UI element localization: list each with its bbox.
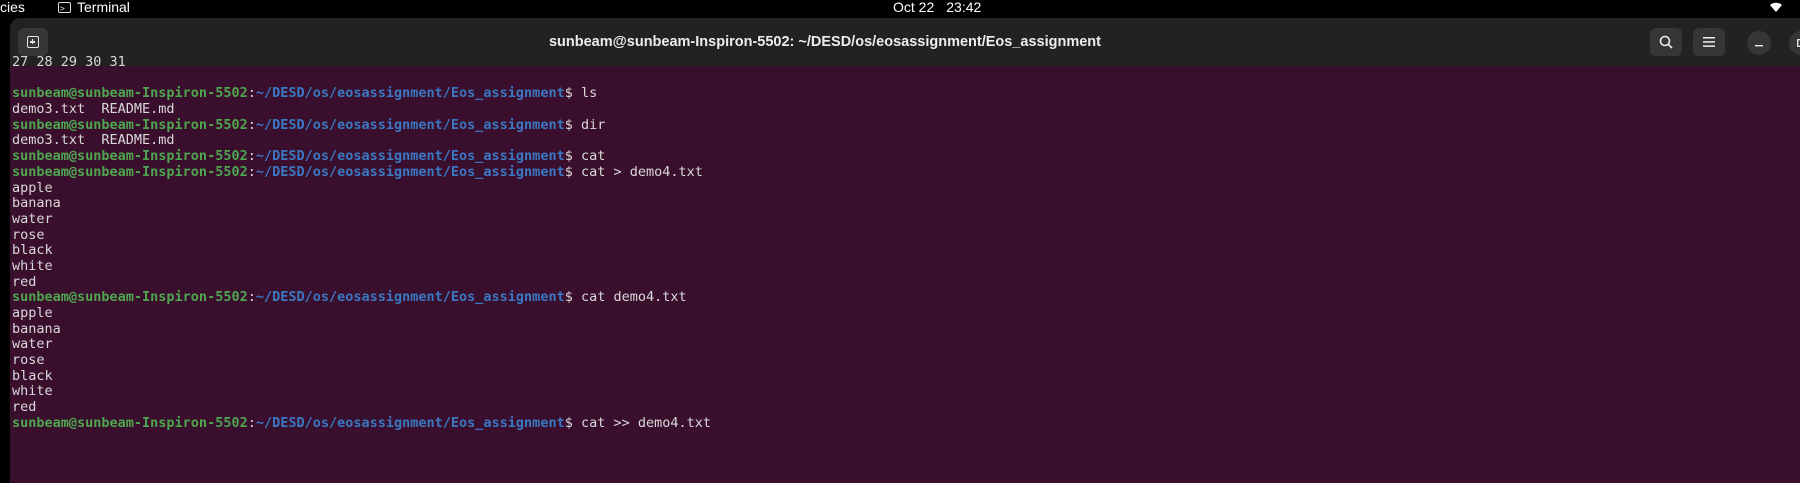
prompt-separator: : xyxy=(247,414,256,431)
prompt-line: sunbeam@sunbeam-Inspiron-5502:~/DESD/os/… xyxy=(12,289,1792,306)
prompt-separator: : xyxy=(247,85,256,102)
output-line: rose xyxy=(12,352,45,369)
prompt-user-host: sunbeam@sunbeam-Inspiron-5502 xyxy=(12,289,248,306)
command-text: $ cat xyxy=(564,148,606,165)
command-text: $ cat >> demo4.txt xyxy=(564,414,712,431)
clock[interactable]: Oct 22 23:42 xyxy=(893,0,981,15)
terminal-window: sunbeam@sunbeam-Inspiron-5502: ~/DESD/os… xyxy=(10,18,1800,483)
prompt-user-host: sunbeam@sunbeam-Inspiron-5502 xyxy=(12,116,248,133)
prompt-separator: : xyxy=(247,116,256,133)
app-name: Terminal xyxy=(77,0,130,15)
output-line: black xyxy=(12,367,53,384)
output-line: 27 28 29 30 31 xyxy=(12,54,126,70)
maximize-button[interactable] xyxy=(1789,31,1800,55)
search-button[interactable] xyxy=(1650,28,1682,56)
output-line: demo3.txt README.md xyxy=(12,101,175,118)
prompt-separator: : xyxy=(247,163,256,180)
prompt-user-host: sunbeam@sunbeam-Inspiron-5502 xyxy=(12,414,248,431)
top-bar: cies >_ Terminal Oct 22 23:42 xyxy=(0,0,1800,16)
minimize-button[interactable] xyxy=(1747,31,1771,55)
time: 23:42 xyxy=(946,0,982,15)
output-line: white xyxy=(12,383,53,400)
output-line: apple xyxy=(12,305,53,321)
prompt-line: sunbeam@sunbeam-Inspiron-5502:~/DESD/os/… xyxy=(12,116,1792,134)
prompt-separator: : xyxy=(247,289,256,306)
prompt-path: ~/DESD/os/eosassignment/Eos_assignment xyxy=(255,414,565,431)
command-text: $ cat demo4.txt xyxy=(564,289,687,306)
activities-button[interactable]: cies xyxy=(0,0,25,15)
prompt-line: sunbeam@sunbeam-Inspiron-5502:~/DESD/os/… xyxy=(12,163,1792,181)
output-line: water xyxy=(12,336,53,353)
command-text: $ cat > demo4.txt xyxy=(564,163,703,180)
prompt-user-host: sunbeam@sunbeam-Inspiron-5502 xyxy=(12,148,248,165)
prompt-path: ~/DESD/os/eosassignment/Eos_assignment xyxy=(255,148,565,165)
date: Oct 22 xyxy=(893,0,935,15)
output-line: red xyxy=(12,399,37,416)
output-line: rose xyxy=(12,226,45,243)
output-line: white xyxy=(12,257,53,274)
terminal-output[interactable]: 27 28 29 30 31 sunbeam@sunbeam-Inspiron-5… xyxy=(12,54,1792,432)
output-line: black xyxy=(12,242,53,259)
output-line: apple xyxy=(12,179,53,196)
hamburger-icon xyxy=(1703,37,1715,47)
command-text: $ ls xyxy=(564,85,598,102)
minimize-icon xyxy=(1755,45,1763,47)
command-text: $ dir xyxy=(564,116,606,133)
output-line: water xyxy=(12,210,53,227)
prompt-path: ~/DESD/os/eosassignment/Eos_assignment xyxy=(255,85,565,102)
output-line: banana xyxy=(12,195,61,212)
menu-button[interactable] xyxy=(1693,28,1725,56)
terminal-icon: >_ xyxy=(58,1,71,13)
prompt-user-host: sunbeam@sunbeam-Inspiron-5502 xyxy=(12,85,248,102)
prompt-user-host: sunbeam@sunbeam-Inspiron-5502 xyxy=(12,163,248,180)
search-icon xyxy=(1659,35,1673,49)
prompt-separator: : xyxy=(247,148,256,165)
wifi-icon[interactable] xyxy=(1770,1,1782,13)
prompt-line: sunbeam@sunbeam-Inspiron-5502:~/DESD/os/… xyxy=(12,414,1792,432)
prompt-path: ~/DESD/os/eosassignment/Eos_assignment xyxy=(255,163,565,180)
prompt-line: sunbeam@sunbeam-Inspiron-5502:~/DESD/os/… xyxy=(12,148,1792,165)
app-menu[interactable]: >_ Terminal xyxy=(58,0,130,15)
output-line: banana xyxy=(12,320,61,337)
output-line: red xyxy=(12,273,37,290)
output-line: demo3.txt README.md xyxy=(12,132,175,149)
prompt-line: sunbeam@sunbeam-Inspiron-5502:~/DESD/os/… xyxy=(12,86,1792,102)
prompt-path: ~/DESD/os/eosassignment/Eos_assignment xyxy=(255,289,565,306)
prompt-path: ~/DESD/os/eosassignment/Eos_assignment xyxy=(255,116,565,133)
